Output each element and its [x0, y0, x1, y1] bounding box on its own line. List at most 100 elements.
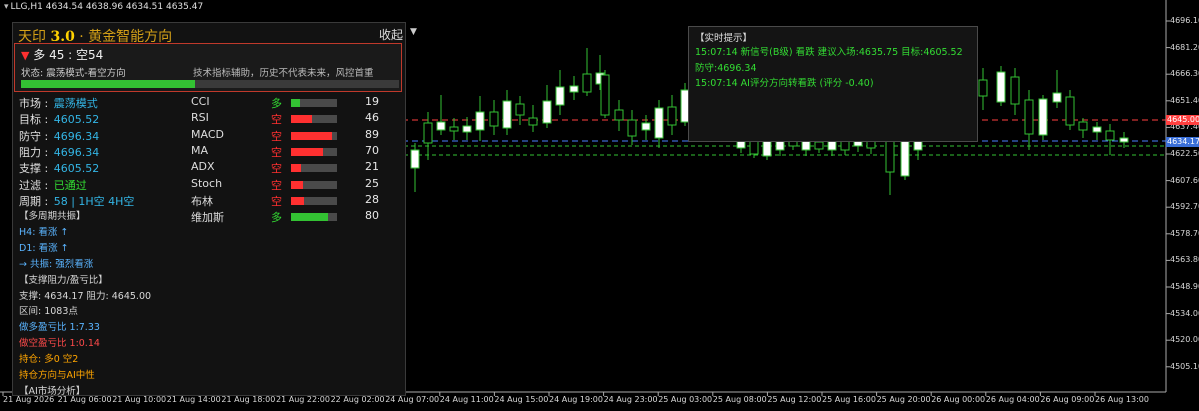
- indicator-value: 80: [365, 209, 379, 223]
- indicator-direction: 空: [271, 162, 282, 176]
- indicator-bar-fill: [291, 147, 324, 156]
- price-axis-label: 4548.90: [1170, 282, 1199, 291]
- time-axis-label: 21 Aug 22:00: [276, 395, 330, 404]
- realtime-line-1: 15:07:14 新信号(B级) 看跌 建议入场:4635.75 目标:4605…: [695, 47, 963, 58]
- price-axis-label: 4505.10: [1170, 361, 1199, 371]
- time-axis-label: 26 Aug 13:00: [1095, 395, 1149, 404]
- analysis-line: 【多周期共振】: [19, 211, 86, 222]
- candle-body: [885, 139, 895, 173]
- info-label: 过滤 :: [19, 178, 52, 192]
- info-row-2: 防守 : 4696.34: [19, 128, 99, 144]
- candle-body: [614, 109, 624, 121]
- candle-body: [627, 119, 637, 137]
- candle-body: [542, 100, 552, 124]
- indicator-value: 89: [365, 127, 379, 141]
- price-axis-label: 4520.00: [1170, 335, 1199, 345]
- collapse-arrow-icon[interactable]: ▼: [410, 27, 417, 37]
- indicator-name: RSI: [191, 111, 209, 125]
- candle-body: [749, 140, 759, 155]
- indicator-direction: 空: [271, 145, 282, 159]
- indicator-bar: [291, 147, 337, 156]
- time-axis-label: 25 Aug 16:00: [822, 395, 876, 404]
- price-axis-label: 4666.30: [1170, 69, 1199, 79]
- indicator-direction: 空: [271, 129, 282, 143]
- price-axis-label: 4651.40: [1170, 95, 1199, 105]
- candle-body: [528, 117, 538, 126]
- candle-body: [900, 139, 910, 177]
- indicator-bar-fill: [291, 99, 300, 107]
- info-value: 震荡模式: [53, 97, 98, 110]
- time-axis-label: 21 Aug 10:00: [112, 395, 167, 404]
- time-axis-label: 26 Aug 04:00: [985, 395, 1040, 404]
- candle-body: [1078, 121, 1088, 131]
- analysis-panel: 天印 3.0 · 黄金智能方向 收起 ▼ 多 45 : 空54 状态: 震荡模式…: [12, 22, 406, 396]
- price-axis-label: 4534.00: [1170, 308, 1199, 318]
- info-value: 4605.52: [53, 162, 100, 176]
- collapse-button[interactable]: 收起: [379, 26, 403, 43]
- candle-body: [1024, 99, 1034, 135]
- info-row-6: 周期 : 58 | 1H空 4H空: [19, 193, 134, 209]
- realtime-title: 【实时提示】: [695, 33, 753, 44]
- candle-body: [641, 122, 651, 131]
- candle-body: [1052, 92, 1062, 103]
- candle-body: [1119, 137, 1129, 143]
- indicator-direction: 多: [271, 211, 282, 225]
- info-row-5: 过滤 : 已通过: [19, 177, 87, 193]
- indicator-bar-fill: [291, 115, 313, 124]
- candle-body: [569, 85, 579, 93]
- candle-body: [555, 86, 565, 106]
- analysis-line: H4: 看涨 ↑: [19, 226, 69, 238]
- analysis-line: 持仓: 多0 空2: [19, 354, 79, 366]
- analysis-line: 【支撑阻力/盈亏比】: [19, 274, 108, 286]
- indicator-bar-fill: [291, 164, 301, 173]
- analysis-line: D1: 看涨 ↑: [19, 242, 69, 254]
- realtime-line-2: 防守:4696.34: [695, 63, 757, 74]
- signal-strength-bar: [21, 80, 399, 88]
- info-row-3: 阻力 : 4696.34: [19, 144, 99, 160]
- candle-body: [600, 74, 610, 116]
- indicator-name: ADX: [191, 160, 215, 174]
- candle-body: [449, 126, 459, 132]
- indicator-value: 70: [365, 143, 379, 157]
- info-row-1: 目标 : 4605.52: [19, 111, 99, 127]
- realtime-alert-panel: 【实时提示】 15:07:14 新信号(B级) 看跌 建议入场:4635.75 …: [688, 26, 978, 142]
- price-axis-label: 4563.80: [1170, 255, 1199, 265]
- indicator-name: MA: [191, 143, 209, 157]
- realtime-line-3: 15:07:14 AI评分方向转看跌 (评分 -0.40): [695, 78, 874, 89]
- indicator-bar: [291, 99, 337, 107]
- candle-body: [1010, 76, 1020, 105]
- info-label: 支撑 :: [19, 162, 52, 176]
- signal-strength-fill: [21, 80, 195, 88]
- candle-body: [410, 149, 420, 169]
- analysis-line: 区间: 1083点: [19, 306, 78, 318]
- indicator-name: 维加斯: [191, 211, 224, 225]
- candle-body: [1038, 98, 1048, 136]
- info-row-4: 支撑 : 4605.52: [19, 160, 99, 176]
- indicator-value: 19: [365, 95, 379, 108]
- indicator-bar: [291, 196, 337, 205]
- price-axis-label: 4622.50: [1170, 149, 1199, 158]
- indicator-bar: [291, 115, 337, 124]
- candle-body: [502, 100, 512, 129]
- indicator-name: 布林: [191, 194, 213, 208]
- symbol-triangle-icon: ▾: [4, 2, 9, 12]
- info-label: 周期 :: [19, 194, 52, 208]
- indicator-name: CCI: [191, 95, 210, 108]
- signal-box: ▼ 多 45 : 空54 状态: 震荡模式-看空方向 技术指标辅助，历史不代表未…: [14, 43, 402, 92]
- signal-status: 状态: 震荡模式-看空方向: [21, 68, 126, 79]
- time-axis-label: 25 Aug 03:00: [658, 395, 713, 404]
- time-axis-label: 26 Aug 09:00: [1040, 395, 1095, 404]
- candle-body: [1105, 130, 1115, 141]
- candle-body: [423, 122, 433, 144]
- info-label: 防守 :: [19, 129, 52, 143]
- candle-body: [1092, 126, 1102, 133]
- time-axis-label: 24 Aug 23:00: [603, 395, 658, 404]
- candle-body: [996, 71, 1006, 103]
- indicator-bar-fill: [291, 213, 328, 222]
- time-axis-label: 25 Aug 12:00: [767, 395, 822, 404]
- candle-body: [654, 107, 664, 139]
- risk-note: 技术指标辅助，历史不代表未来，风控首重: [193, 68, 374, 79]
- indicator-direction: 空: [271, 178, 282, 192]
- indicator-bar-fill: [291, 131, 332, 140]
- info-value: 4605.52: [53, 113, 100, 127]
